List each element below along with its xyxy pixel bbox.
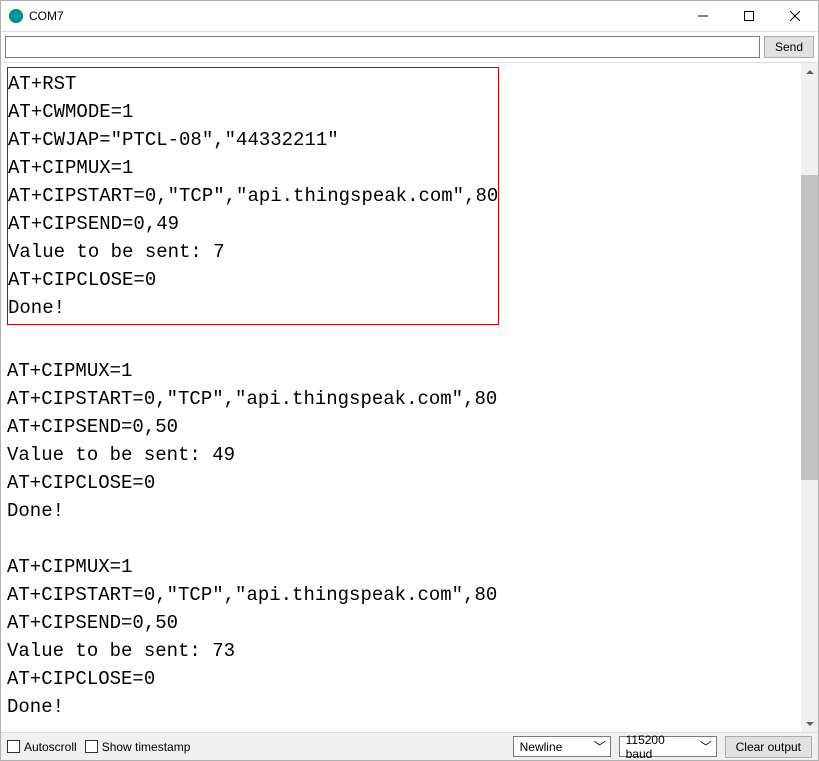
minimize-button[interactable]: [680, 1, 726, 31]
highlight-box: AT+RST AT+CWMODE=1 AT+CWJAP="PTCL-08","4…: [7, 67, 499, 325]
line-ending-select[interactable]: Newline ﹀: [513, 736, 611, 757]
console-rest: AT+CIPMUX=1 AT+CIPSTART=0,"TCP","api.thi…: [7, 360, 497, 718]
line-ending-value: Newline: [516, 740, 567, 754]
clear-output-button[interactable]: Clear output: [725, 736, 812, 758]
timestamp-checkbox[interactable]: Show timestamp: [85, 740, 191, 754]
console-area: AT+RST AT+CWMODE=1 AT+CWJAP="PTCL-08","4…: [1, 63, 818, 732]
send-row: Send: [1, 31, 818, 63]
baud-rate-value: 115200 baud: [622, 733, 698, 761]
close-button[interactable]: [772, 1, 818, 31]
send-input[interactable]: [5, 36, 760, 58]
timestamp-label: Show timestamp: [102, 740, 191, 754]
console-output[interactable]: AT+RST AT+CWMODE=1 AT+CWJAP="PTCL-08","4…: [1, 63, 801, 732]
baud-rate-select[interactable]: 115200 baud ﹀: [619, 736, 717, 757]
chevron-down-icon: ﹀: [592, 738, 608, 755]
serial-monitor-window: COM7 Send AT+RST AT+CWMODE=1 AT+CWJAP="P…: [0, 0, 819, 761]
chevron-down-icon: ﹀: [698, 738, 714, 755]
maximize-button[interactable]: [726, 1, 772, 31]
arduino-icon: [9, 9, 23, 23]
send-button[interactable]: Send: [764, 36, 814, 58]
bottom-toolbar: Autoscroll Show timestamp Newline ﹀ 1152…: [1, 732, 818, 760]
checkbox-icon: [85, 740, 98, 753]
console-block1: AT+RST AT+CWMODE=1 AT+CWJAP="PTCL-08","4…: [8, 73, 498, 319]
autoscroll-checkbox[interactable]: Autoscroll: [7, 740, 77, 754]
vertical-scrollbar[interactable]: [801, 63, 818, 732]
scroll-up-button[interactable]: [801, 63, 818, 80]
checkbox-icon: [7, 740, 20, 753]
titlebar: COM7: [1, 1, 818, 31]
autoscroll-label: Autoscroll: [24, 740, 77, 754]
scroll-down-button[interactable]: [801, 715, 818, 732]
scroll-thumb[interactable]: [801, 175, 818, 480]
scroll-track[interactable]: [801, 80, 818, 715]
window-title: COM7: [29, 9, 680, 23]
